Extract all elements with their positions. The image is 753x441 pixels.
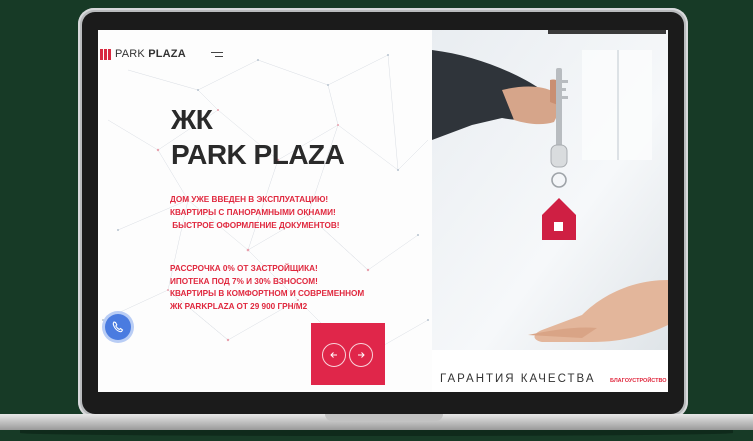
top-strip xyxy=(548,30,666,34)
keys-handover-photo xyxy=(432,30,668,350)
feature-item: КВАРТИРЫ С ПАНОРАМНЫМИ ОКНАМИ! xyxy=(170,208,336,217)
laptop-notch xyxy=(325,414,443,421)
logo-text: PARK PLAZA xyxy=(115,48,186,60)
feature-item: БЫСТРОЕ ОФОРМЛЕНИЕ ДОКУМЕНТОВ! xyxy=(170,221,340,230)
title-line-1: ЖК xyxy=(171,104,213,135)
arrow-right-icon xyxy=(358,352,365,358)
promo-item: КВАРТИРЫ В КОМФОРТНОМ И СОВРЕМЕННОМ xyxy=(170,289,365,298)
website-screen: PARK PLAZA ЖК PARK PLAZA ДОМ УЖЕ ВВЕДЕН … xyxy=(98,30,668,392)
slider-nav xyxy=(311,323,385,385)
next-slide-button[interactable] xyxy=(349,343,373,367)
slide-caption: ГАРАНТИЯ КАЧЕСТВА xyxy=(440,373,596,385)
hero-panel: PARK PLAZA ЖК PARK PLAZA ДОМ УЖЕ ВВЕДЕН … xyxy=(98,30,432,392)
site-logo[interactable]: PARK PLAZA xyxy=(100,48,186,60)
prev-slide-button[interactable] xyxy=(322,343,346,367)
slide-panel: ГАРАНТИЯ КАЧЕСТВА БЛАГОУСТРОЙСТВО xyxy=(432,30,668,392)
menu-icon[interactable] xyxy=(211,52,223,58)
promo-list: РАССРОЧКА 0% ОТ ЗАСТРОЙЩИКА! ИПОТЕКА ПОД… xyxy=(170,263,364,313)
arrow-left-icon xyxy=(330,352,337,358)
slide-tag-link[interactable]: БЛАГОУСТРОЙСТВО xyxy=(610,378,667,384)
promo-item: ЖК PARKPLAZA ОТ 29 900 ГРН/М2 xyxy=(170,301,308,311)
callback-button[interactable] xyxy=(105,314,131,340)
phone-icon xyxy=(112,321,124,333)
slide-caption-bar: ГАРАНТИЯ КАЧЕСТВА БЛАГОУСТРОЙСТВО xyxy=(432,350,668,392)
logo-mark xyxy=(100,48,111,60)
laptop-shadow xyxy=(20,430,733,436)
title-line-2: PARK PLAZA xyxy=(171,139,345,170)
feature-item: ДОМ УЖЕ ВВЕДЕН В ЭКСПЛУАТАЦИЮ! xyxy=(170,195,329,204)
promo-item: ИПОТЕКА ПОД 7% И 30% ВЗНОСОМ! xyxy=(170,276,318,286)
features-list: ДОМ УЖЕ ВВЕДЕН В ЭКСПЛУАТАЦИЮ! КВАРТИРЫ … xyxy=(170,193,339,232)
page-title: ЖК PARK PLAZA xyxy=(171,102,345,172)
promo-item: РАССРОЧКА 0% ОТ ЗАСТРОЙЩИКА! xyxy=(170,264,318,273)
